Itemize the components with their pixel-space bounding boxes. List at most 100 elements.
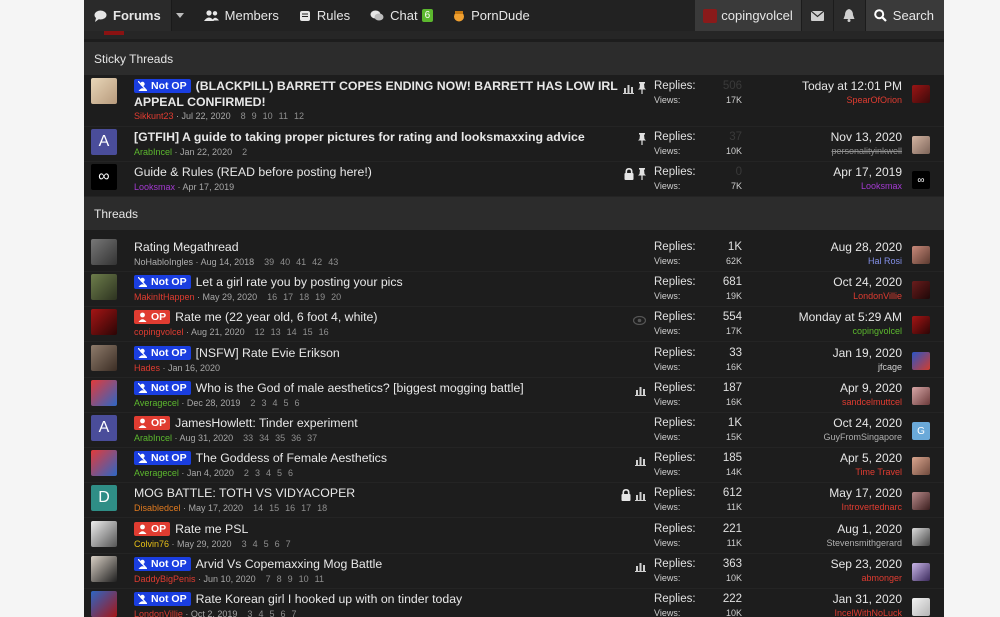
thread-start-date[interactable]: May 29, 2020 (177, 539, 232, 549)
not-op-prefix-badge[interactable]: Not OP (134, 345, 191, 360)
last-post-user[interactable]: Hal Rosi (831, 254, 902, 268)
page-jump-links[interactable]: 33 34 35 36 37 (237, 433, 317, 443)
last-post-date[interactable]: Apr 9, 2020 (840, 381, 902, 395)
thread-author-link[interactable]: Colvin76 (134, 539, 169, 549)
nav-rules[interactable]: Rules (289, 0, 360, 31)
last-post-date[interactable]: Monday at 5:29 AM (799, 310, 902, 324)
page-link[interactable]: 15 (303, 327, 313, 337)
page-link[interactable]: 3 (261, 398, 266, 408)
page-link[interactable]: 20 (331, 292, 341, 302)
last-poster-avatar[interactable] (912, 246, 930, 264)
last-poster-avatar[interactable] (912, 316, 930, 335)
last-poster-avatar[interactable] (912, 457, 930, 476)
thread-title-link[interactable]: JamesHowlett: Tinder experiment (175, 416, 357, 430)
page-link[interactable]: 12 (255, 327, 265, 337)
last-post-user[interactable]: SpearOfOrion (802, 93, 902, 107)
page-jump-links[interactable]: 23456 (244, 398, 299, 408)
page-link[interactable]: 5 (269, 609, 274, 617)
thread-title-link[interactable]: (BLACKPILL) BARRETT COPES ENDING NOW! BA… (196, 79, 618, 93)
thread-author-link[interactable]: Hades (134, 363, 160, 373)
page-link[interactable]: 13 (271, 327, 281, 337)
not-op-prefix-badge[interactable]: Not OP (134, 275, 191, 290)
nav-members[interactable]: Members (194, 0, 289, 31)
page-jump-links[interactable]: 12 13 14 15 16 (249, 327, 329, 337)
page-jump-links[interactable]: 2 (236, 147, 247, 157)
inbox-button[interactable] (800, 0, 833, 31)
last-poster-avatar[interactable] (912, 492, 930, 511)
last-post-user[interactable]: Stevensmithgerard (826, 536, 902, 550)
author-avatar[interactable] (91, 591, 117, 617)
page-jump-links[interactable]: 14 15 16 17 18 (247, 503, 327, 513)
page-link[interactable]: 4 (253, 539, 258, 549)
author-avatar[interactable] (91, 520, 117, 547)
last-post-user[interactable]: Time Travel (840, 465, 902, 479)
page-link[interactable]: 12 (294, 111, 304, 121)
thread-author-link[interactable]: Sikkunt23 (134, 111, 174, 121)
last-post-user[interactable]: LondonVillie (833, 289, 902, 303)
author-avatar[interactable] (91, 78, 117, 104)
page-jump-links[interactable]: 23456 (238, 468, 293, 478)
last-poster-avatar[interactable]: G (912, 422, 930, 440)
thread-title-link[interactable]: Rate me (22 year old, 6 foot 4, white) (175, 310, 377, 324)
page-link[interactable]: 8 (241, 111, 246, 121)
last-post-date[interactable]: Aug 28, 2020 (831, 240, 902, 254)
page-link[interactable]: 39 (264, 257, 274, 267)
page-link[interactable]: 17 (301, 503, 311, 513)
last-poster-avatar[interactable] (912, 598, 930, 616)
page-link[interactable]: 4 (258, 609, 263, 617)
last-post-user[interactable]: abmonger (831, 571, 902, 585)
page-link[interactable]: 16 (267, 292, 277, 302)
thread-start-date[interactable]: Jan 16, 2020 (168, 363, 220, 373)
page-link[interactable]: 3 (255, 468, 260, 478)
last-poster-avatar[interactable]: ∞ (912, 171, 930, 189)
author-avatar[interactable] (91, 344, 117, 371)
page-jump-links[interactable]: 34567 (241, 609, 296, 617)
last-post-date[interactable]: Oct 24, 2020 (823, 416, 902, 430)
page-link[interactable]: 2 (250, 398, 255, 408)
nav-forums-dropdown[interactable] (170, 0, 194, 31)
last-poster-avatar[interactable] (912, 386, 930, 405)
author-avatar[interactable]: A (91, 415, 117, 441)
page-link[interactable]: 10 (263, 111, 273, 121)
page-link[interactable]: 17 (283, 292, 293, 302)
page-link[interactable]: 5 (277, 468, 282, 478)
page-link[interactable]: 6 (288, 468, 293, 478)
page-link[interactable]: 36 (291, 433, 301, 443)
thread-author-link[interactable]: Looksmax (134, 182, 175, 192)
page-link[interactable]: 5 (283, 398, 288, 408)
thread-author-link[interactable]: DaddyBigPenis (134, 574, 196, 584)
last-poster-avatar[interactable] (912, 281, 930, 300)
last-poster-avatar[interactable] (912, 562, 930, 581)
thread-author-link[interactable]: LondonVillie (134, 609, 183, 617)
thread-author-link[interactable]: copingvolcel (134, 327, 184, 337)
author-avatar[interactable]: ∞ (91, 164, 117, 190)
page-link[interactable]: 14 (253, 503, 263, 513)
page-jump-links[interactable]: 39 40 41 42 43 (258, 257, 338, 267)
last-post-user[interactable]: Looksmax (833, 179, 902, 193)
page-link[interactable]: 41 (296, 257, 306, 267)
thread-start-date[interactable]: Aug 14, 2018 (201, 257, 255, 267)
thread-author-link[interactable]: MakinItHappen (134, 292, 195, 302)
page-jump-links[interactable]: 8 9 10 11 12 (235, 111, 304, 121)
page-link[interactable]: 2 (242, 147, 247, 157)
page-link[interactable]: 8 (277, 574, 282, 584)
not-op-prefix-badge[interactable]: Not OP (134, 79, 191, 93)
nav-forums[interactable]: Forums (84, 0, 171, 31)
author-avatar[interactable] (91, 379, 117, 406)
last-post-user[interactable]: personalityinkwell (831, 144, 902, 158)
page-link[interactable]: 2 (244, 468, 249, 478)
last-post-date[interactable]: Sep 23, 2020 (831, 557, 902, 571)
last-poster-avatar[interactable] (912, 85, 930, 103)
thread-author-link[interactable]: ArabIncel (134, 147, 172, 157)
thread-author-link[interactable]: Averagecel (134, 398, 179, 408)
last-poster-avatar[interactable] (912, 136, 930, 154)
page-link[interactable]: 5 (264, 539, 269, 549)
nav-chat[interactable]: Chat 6 (360, 0, 443, 31)
thread-start-date[interactable]: Jun 10, 2020 (204, 574, 256, 584)
last-post-user[interactable]: GuyFromSingapore (823, 430, 902, 444)
author-avatar[interactable]: D (91, 485, 117, 512)
not-op-prefix-badge[interactable]: Not OP (134, 451, 191, 466)
page-jump-links[interactable]: 34567 (236, 539, 291, 549)
author-avatar[interactable]: A (91, 129, 117, 155)
thread-start-date[interactable]: May 29, 2020 (203, 292, 258, 302)
